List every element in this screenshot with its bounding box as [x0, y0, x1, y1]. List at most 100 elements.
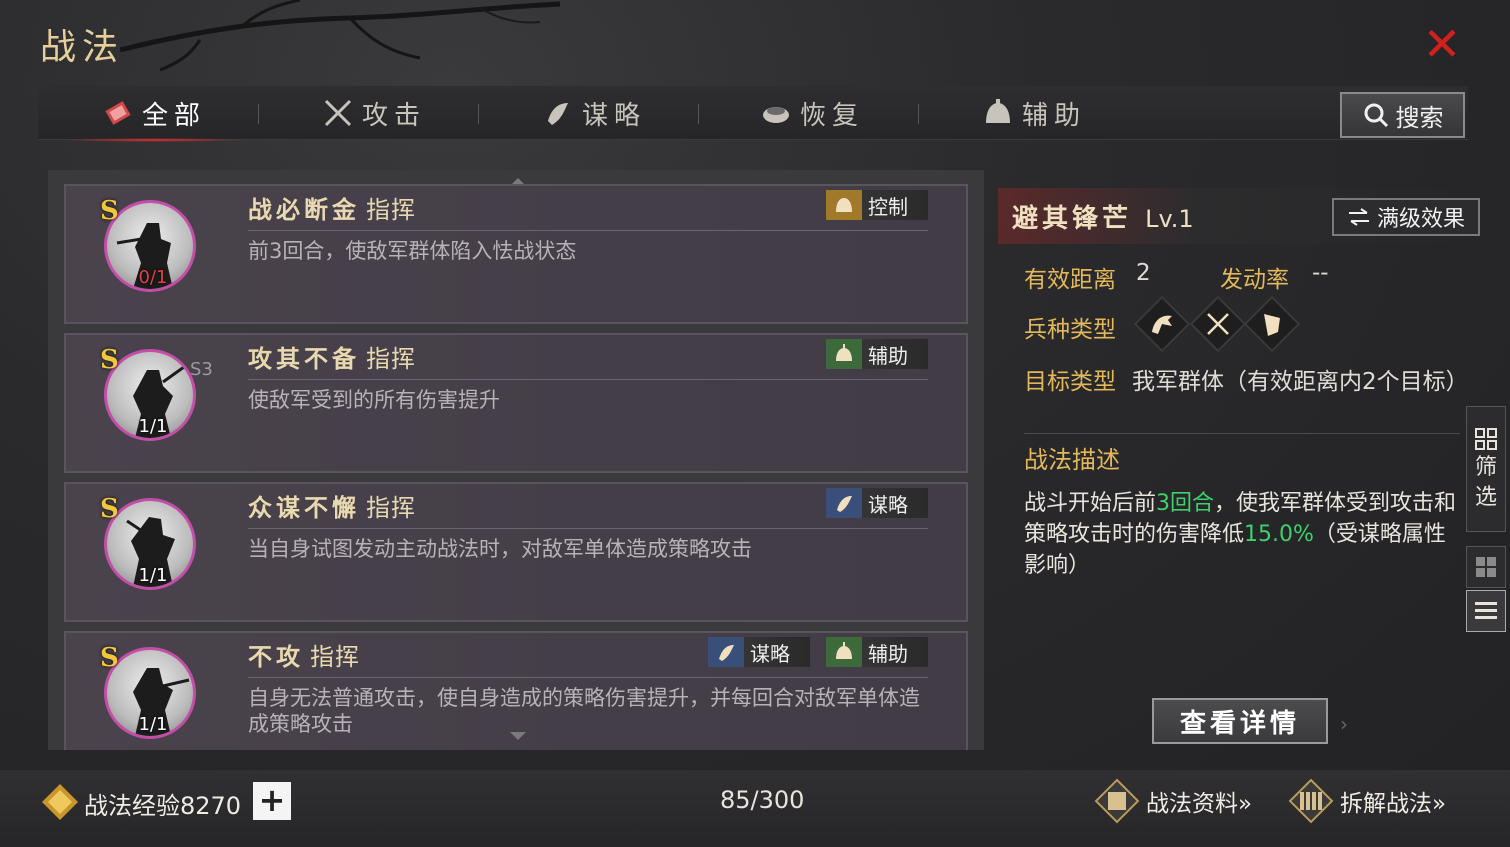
- tactic-count: 0/1: [138, 267, 168, 288]
- tactic-count: 1/1: [138, 714, 168, 735]
- tactic-card[interactable]: 1/1 S 众谋不懈 指挥 谋略 当自身试图发动主动战法时，对敌军单体造成策略攻击: [64, 482, 968, 622]
- tab-divider: [918, 104, 919, 124]
- max-level-effect-button[interactable]: 满级效果: [1332, 198, 1480, 236]
- close-icon[interactable]: ✕: [1418, 20, 1466, 68]
- filter-label-1: 筛: [1474, 455, 1497, 480]
- support-icon: [826, 339, 862, 369]
- tactic-description: 前3回合，使敌军群体陷入怯战状态: [248, 239, 577, 263]
- helmet-icon: [986, 99, 1010, 123]
- shield-icon: [1243, 295, 1301, 353]
- tactic-info-link[interactable]: 战法资料»: [1094, 778, 1252, 824]
- tag-control: 控制: [826, 190, 928, 220]
- list-view-button[interactable]: [1466, 590, 1506, 632]
- tab-strategy[interactable]: 谋略: [542, 86, 646, 140]
- star-level: S3: [190, 359, 213, 380]
- max-level-label: 满级效果: [1376, 207, 1465, 232]
- tactic-exp-label: 战法经验8270: [84, 792, 242, 820]
- strategy-icon: [708, 637, 744, 667]
- description-title: 战法描述: [1024, 446, 1120, 474]
- tactic-kind: 指挥: [366, 345, 416, 373]
- chevron-right-icon: ›: [1340, 712, 1348, 736]
- divider: [248, 230, 928, 231]
- control-icon: [826, 190, 862, 220]
- tactic-title: 战必断金: [248, 195, 360, 224]
- tab-attack[interactable]: 攻击: [322, 86, 426, 140]
- tactic-card[interactable]: 0/1 S 战必断金 指挥 控制 前3回合，使敌军群体陷入怯战状态: [64, 184, 968, 324]
- target-value: 我军群体（有效距离内2个目标）: [1132, 369, 1469, 395]
- range-value: 2: [1136, 260, 1151, 286]
- tactic-kind: 指挥: [310, 643, 360, 671]
- tactic-list[interactable]: 0/1 S 战必断金指挥 控制 前3回合，使敌军群体陷入怯战状态 1/1 S: [48, 170, 984, 750]
- grade-badge: S: [100, 643, 119, 673]
- tactic-detail-description: 战斗开始后前3回合，使我军群体受到攻击和策略攻击时的伤害降低15.0%（受谋略属…: [1024, 488, 1464, 581]
- swap-arrows-icon: [1348, 208, 1369, 226]
- tab-label: 攻击: [362, 100, 427, 131]
- rate-label: 发动率: [1220, 267, 1289, 293]
- page-title: 战法: [40, 27, 125, 68]
- tactic-name: 战必断金 指挥: [248, 190, 416, 225]
- tag-strategy: 谋略: [826, 488, 928, 518]
- tactic-exp-icon: [42, 784, 78, 820]
- tag-label: 谋略: [750, 641, 790, 666]
- tactic-name: 众谋不懈 指挥: [248, 488, 416, 523]
- tactic-kind: 指挥: [366, 196, 416, 224]
- tactic-avatar: 1/1 S: [100, 643, 200, 743]
- tactic-title: 众谋不懈: [248, 493, 360, 522]
- grid-filter-icon: [1475, 428, 1497, 450]
- tag-label: 控制: [868, 194, 908, 219]
- detail-level: Lv.1: [1145, 205, 1194, 233]
- tab-divider: [258, 104, 259, 124]
- divider: [248, 528, 928, 529]
- tactic-count: 1/1: [138, 416, 168, 437]
- range-label: 有效距离: [1024, 267, 1116, 293]
- category-tab-bar: 全部 攻击 谋略 恢复 辅助: [38, 86, 1468, 142]
- tactic-card[interactable]: 1/1 S S3 攻其不备 指挥 辅助 使敌军受到的所有伤害提升: [64, 333, 968, 473]
- dismantle-tactic-link[interactable]: 拆解战法»: [1288, 778, 1446, 824]
- filter-label-2: 选: [1474, 485, 1497, 510]
- grid-view-button[interactable]: [1466, 546, 1506, 588]
- tab-all[interactable]: 全部: [61, 86, 247, 142]
- grade-badge: S: [100, 345, 119, 375]
- tactic-name: 攻其不备 指挥: [248, 339, 416, 374]
- bamboo-scroll-icon: [1288, 778, 1334, 824]
- search-button[interactable]: 搜索: [1340, 92, 1465, 138]
- tab-label: 恢复: [800, 100, 865, 131]
- desc-highlight-turns: 3回合: [1156, 491, 1215, 516]
- tag-label: 谋略: [868, 492, 908, 517]
- search-icon: [1364, 103, 1388, 128]
- medicine-bowl-icon: [763, 107, 789, 123]
- view-detail-button[interactable]: 查看详情: [1152, 698, 1328, 744]
- tactic-capacity: 85/300: [720, 786, 805, 814]
- tab-recover[interactable]: 恢复: [760, 86, 864, 140]
- desc-highlight-percent: 15.0%: [1244, 522, 1314, 547]
- add-exp-button[interactable]: +: [253, 782, 291, 820]
- tactic-description: 当自身试图发动主动战法时，对敌军单体造成策略攻击: [248, 537, 752, 561]
- filter-button[interactable]: 筛 选: [1466, 406, 1506, 532]
- tactic-avatar: 0/1 S: [100, 196, 200, 296]
- tactic-title: 不攻: [248, 642, 304, 671]
- scroll-icon: [548, 103, 568, 125]
- strategy-icon: [826, 488, 862, 518]
- tactic-info-label: 战法资料»: [1146, 791, 1253, 817]
- divider: [248, 379, 928, 380]
- target-label: 目标类型: [1024, 369, 1116, 395]
- grid-view-icon: [1476, 557, 1496, 577]
- tactic-avatar: 1/1 S: [100, 345, 200, 445]
- tactic-description: 自身无法普通攻击，使自身造成的策略伤害提升，并每回合对敌军单体造成策略攻击: [248, 686, 920, 736]
- tag-label: 辅助: [868, 641, 908, 666]
- tag-support: 辅助: [826, 637, 928, 667]
- detail-tactic-name: 避其锋芒: [1012, 204, 1133, 234]
- troop-label: 兵种类型: [1024, 317, 1116, 343]
- tab-label: 全部: [142, 100, 207, 131]
- divider: [248, 677, 928, 678]
- tab-label: 谋略: [582, 100, 647, 131]
- grade-badge: S: [100, 196, 119, 226]
- support-icon: [826, 637, 862, 667]
- divider: [1024, 433, 1460, 434]
- tag-label: 辅助: [868, 343, 908, 368]
- tactic-kind: 指挥: [366, 494, 416, 522]
- tab-divider: [478, 104, 479, 124]
- tab-support[interactable]: 辅助: [982, 86, 1086, 140]
- book-icon: [1094, 778, 1140, 824]
- tag-support: 辅助: [826, 339, 928, 369]
